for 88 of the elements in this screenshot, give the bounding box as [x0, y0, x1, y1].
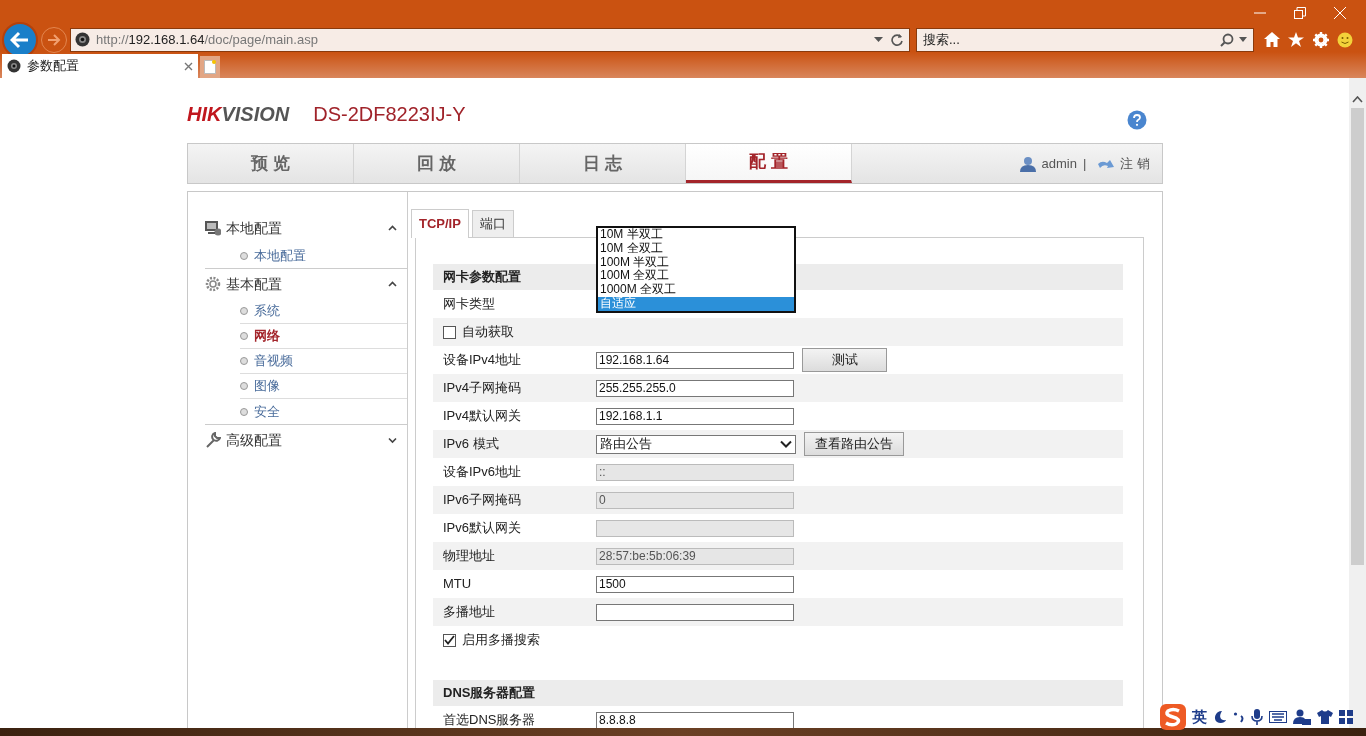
section-header: DNS服务器配置 [433, 680, 1123, 706]
dropdown-option[interactable]: 10M 半双工 [598, 228, 794, 242]
sidebar-item[interactable]: 图像 [240, 374, 407, 399]
search-field[interactable]: 搜索... [916, 27, 1254, 52]
caret-icon[interactable] [388, 280, 397, 288]
logout-link[interactable]: 注 销 [1120, 153, 1150, 174]
input-field[interactable] [596, 603, 794, 621]
input-field[interactable]: 192.168.1.1 [596, 407, 794, 425]
test-button[interactable]: 测试 [802, 348, 887, 372]
sidebar-item[interactable]: 本地配置 [240, 243, 407, 268]
camera-icon [75, 32, 90, 47]
input-language[interactable]: 英 [1192, 705, 1207, 729]
field-label: IPv4子网掩码 [443, 379, 522, 398]
wrench-icon [205, 432, 221, 448]
address-bar[interactable]: http://192.168.1.64/doc/page/main.asp [70, 27, 910, 52]
input-field[interactable]: 1500 [596, 575, 794, 593]
browser-tab[interactable]: 参数配置 [2, 54, 198, 78]
search-icon[interactable] [1220, 32, 1234, 47]
sidebar-group[interactable]: 本地配置 [205, 213, 407, 243]
field-label: 设备IPv4地址 [443, 351, 522, 370]
ime-logo-icon[interactable] [1160, 704, 1186, 730]
refresh-icon[interactable] [891, 33, 903, 46]
close-icon[interactable] [184, 61, 193, 71]
input-field[interactable]: 8.8.8.8 [596, 711, 794, 728]
field-label: 网卡类型 [443, 295, 496, 314]
sub-tab[interactable]: TCP/IP [411, 209, 469, 238]
caret-icon[interactable] [388, 224, 397, 232]
field-label: IPv6默认网关 [443, 519, 522, 538]
help-icon[interactable] [1127, 110, 1147, 130]
dropdown-caret-icon[interactable] [1239, 37, 1247, 42]
punctuation-icon[interactable] [1233, 711, 1245, 723]
left-arrow-icon[interactable] [10, 31, 30, 49]
shirt-icon[interactable] [1317, 710, 1333, 724]
field-label: 设备IPv6地址 [443, 463, 522, 482]
dropdown-caret-icon[interactable] [874, 36, 883, 43]
separator-text: | [1083, 154, 1087, 173]
dropdown-option[interactable]: 10M 全双工 [598, 241, 794, 256]
person-icon[interactable] [1293, 709, 1311, 725]
caret-icon[interactable] [388, 436, 397, 444]
keyboard-icon[interactable] [1269, 711, 1287, 723]
dropdown-option[interactable]: 100M 全双工 [598, 269, 794, 284]
sidebar-item[interactable]: 网络 [240, 324, 407, 349]
dropdown[interactable]: 路由公告 [596, 434, 796, 454]
gear-icon [205, 276, 221, 292]
settings-icon[interactable] [1313, 31, 1329, 48]
sidebar-group[interactable]: 基本配置 [205, 269, 407, 299]
model-name: DS-2DF8223IJ-Y [313, 102, 466, 127]
home-icon[interactable] [1264, 32, 1280, 47]
scrollbar-thumb[interactable] [1351, 108, 1364, 565]
url-text: http://192.168.1.64/doc/page/main.asp [96, 30, 318, 49]
sub-tab[interactable]: 端口 [471, 210, 514, 237]
field-label: 多播地址 [443, 603, 496, 622]
field-label: 物理地址 [443, 547, 496, 566]
camera-icon [7, 59, 21, 73]
star-icon[interactable] [1288, 32, 1304, 47]
checkbox-label: 启用多播搜索 [462, 631, 540, 650]
checkbox[interactable] [443, 633, 456, 647]
sidebar-item[interactable]: 安全 [240, 399, 407, 424]
checkbox-label: 自动获取 [462, 323, 514, 342]
monitor-icon [205, 220, 221, 236]
user-icon [1019, 155, 1036, 172]
dropdown-list[interactable]: 10M 半双工 10M 全双工 100M 半双工 100M 全双工 1000M 全双工 自适应 [596, 226, 796, 313]
field-label: IPv6子网掩码 [443, 491, 522, 510]
sidebar-item[interactable]: 系统 [240, 299, 407, 324]
nav-tab[interactable]: 预 览 [188, 144, 354, 183]
field-label: IPv6 模式 [443, 435, 500, 454]
field-label: MTU [443, 575, 473, 594]
input-field[interactable]: 192.168.1.64 [596, 351, 794, 369]
scroll-up-icon[interactable] [1352, 96, 1363, 103]
view-button[interactable]: 查看路由公告 [804, 432, 904, 456]
input-field[interactable]: 255.255.255.0 [596, 379, 794, 397]
microphone-icon[interactable] [1251, 709, 1263, 725]
moon-icon[interactable] [1213, 710, 1227, 724]
search-placeholder: 搜索... [923, 30, 960, 49]
restore-icon[interactable] [1294, 7, 1306, 19]
field-label: IPv4默认网关 [443, 407, 522, 426]
sidebar-group[interactable]: 高级配置 [205, 425, 407, 455]
scrollbar[interactable] [1349, 78, 1366, 728]
field-label: 首选DNS服务器 [443, 711, 537, 728]
nav-tab[interactable]: 配 置 [686, 144, 852, 183]
nav-tab[interactable]: 回 放 [354, 144, 520, 183]
brand-logo: HIKVISION [187, 102, 290, 127]
sidebar-item[interactable]: 音视频 [240, 349, 407, 374]
smiley-icon[interactable] [1337, 31, 1353, 48]
user-name: admin [1041, 154, 1077, 173]
chevron-down-icon [780, 440, 792, 448]
grid-icon[interactable] [1339, 710, 1353, 724]
checkbox[interactable] [443, 325, 456, 339]
